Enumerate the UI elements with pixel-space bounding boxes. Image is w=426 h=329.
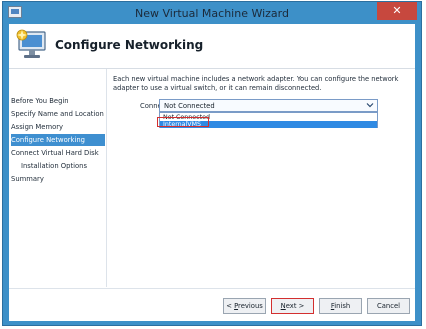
finish-button[interactable]: Finish [319, 298, 362, 314]
next-button[interactable]: Next > [271, 298, 314, 314]
nav-step-installation-options[interactable]: Installation Options [21, 160, 105, 172]
nav-step-before-you-begin[interactable]: Before You Begin [11, 95, 105, 107]
previous-arrow: < [226, 302, 235, 310]
step-description: Each new virtual machine includes a netw… [113, 75, 399, 92]
wizard-client-area: Configure Networking Before You Begin Sp… [9, 24, 415, 321]
close-button[interactable]: ✕ [377, 2, 417, 20]
nav-step-specify-name-location[interactable]: Specify Name and Location [11, 108, 105, 120]
cancel-button[interactable]: Cancel [367, 298, 410, 314]
window-title: New Virtual Machine Wizard [135, 7, 289, 20]
monitor-network-icon [16, 29, 46, 58]
wizard-steps-nav: Before You Begin Specify Name and Locati… [9, 69, 107, 287]
footer-divider [9, 288, 415, 289]
finish-label-rest: inish [334, 302, 351, 310]
nav-step-connect-virtual-hard-disk[interactable]: Connect Virtual Hard Disk [11, 147, 105, 159]
page-title: Configure Networking [55, 38, 204, 52]
annotation-highlight-box [157, 117, 209, 127]
next-label-rest: ext > [285, 302, 305, 310]
nav-step-summary[interactable]: Summary [11, 173, 105, 185]
connection-select-value: Not Connected [164, 102, 215, 110]
chevron-down-icon [366, 103, 374, 108]
title-bar: New Virtual Machine Wizard ✕ [3, 2, 421, 24]
nav-step-configure-networking[interactable]: Configure Networking [11, 134, 105, 146]
connection-select[interactable]: Not Connected [159, 99, 378, 112]
previous-label-rest: revious [238, 302, 263, 310]
nav-step-assign-memory[interactable]: Assign Memory [11, 121, 105, 133]
wizard-header: Configure Networking [9, 24, 415, 69]
wizard-window: New Virtual Machine Wizard ✕ Configure N… [2, 1, 422, 326]
previous-button[interactable]: < Previous [223, 298, 266, 314]
